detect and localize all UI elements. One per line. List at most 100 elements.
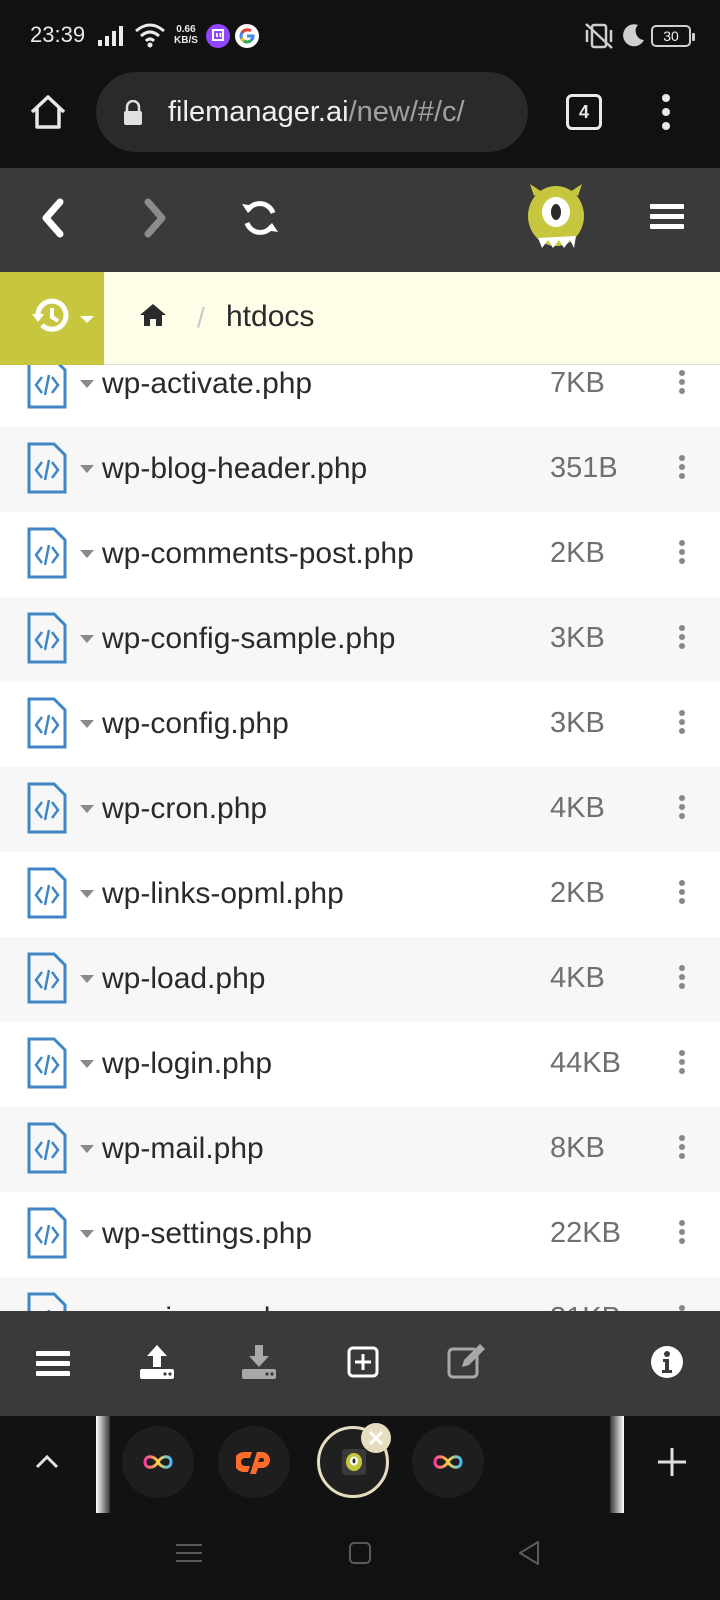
monster-logo-icon[interactable] — [526, 182, 586, 252]
file-name: wp-blog-header.php — [102, 452, 368, 485]
file-size: 8KB — [550, 1132, 605, 1164]
file-row[interactable]: wp-activate.php 7KB — [0, 365, 720, 427]
back-triangle-icon[interactable] — [516, 1539, 542, 1567]
row-caret-icon[interactable] — [80, 890, 94, 898]
file-name: wp-login.php — [102, 1047, 273, 1080]
row-caret-icon[interactable] — [80, 550, 94, 558]
row-menu-icon[interactable] — [676, 965, 688, 995]
row-menu-icon[interactable] — [676, 1050, 688, 1080]
row-menu-icon[interactable] — [676, 625, 688, 655]
refresh-icon[interactable] — [240, 198, 280, 238]
file-row[interactable]: wp-cron.php 4KB — [0, 767, 720, 852]
row-menu-icon[interactable] — [676, 370, 688, 400]
file-name: wp-signup.php — [102, 1302, 297, 1311]
row-caret-icon[interactable] — [80, 635, 94, 643]
row-menu-icon[interactable] — [676, 1135, 688, 1165]
recents-menu-icon[interactable] — [176, 1541, 202, 1565]
hamburger-menu-icon[interactable] — [650, 202, 684, 232]
file-name: wp-config-sample.php — [102, 622, 396, 655]
vibrate-off-icon — [585, 23, 613, 49]
file-row[interactable]: wp-comments-post.php 2KB — [0, 512, 720, 597]
menu-icon[interactable] — [36, 1349, 70, 1379]
file-name: wp-settings.php — [102, 1217, 313, 1250]
upload-icon[interactable] — [138, 1343, 176, 1381]
info-icon[interactable] — [650, 1345, 684, 1379]
forward-arrow-icon[interactable] — [140, 198, 170, 238]
code-file-icon — [27, 1037, 67, 1089]
code-file-icon — [27, 952, 67, 1004]
row-caret-icon[interactable] — [80, 1060, 94, 1068]
history-button[interactable] — [0, 272, 104, 365]
home-icon[interactable] — [28, 92, 68, 132]
file-size: 3KB — [550, 707, 605, 739]
new-tab-icon[interactable] — [656, 1446, 688, 1478]
file-row[interactable]: wp-load.php 4KB — [0, 937, 720, 1022]
url-text: filemanager.ai/new/#/c/ — [168, 96, 518, 129]
lock-icon — [124, 100, 142, 125]
cpanel-icon — [236, 1452, 270, 1474]
infinity-icon — [143, 1455, 173, 1469]
code-file-icon — [27, 527, 67, 579]
row-menu-icon[interactable] — [676, 540, 688, 570]
google-icon — [235, 24, 259, 48]
breadcrumb-separator: / — [197, 302, 205, 333]
file-row[interactable]: wp-config-sample.php 3KB — [0, 597, 720, 682]
file-row[interactable]: wp-login.php 44KB — [0, 1022, 720, 1107]
file-list: wp-activate.php 7KB wp-blog-header.php 3… — [0, 365, 720, 1311]
breadcrumb-current-folder[interactable]: htdocs — [226, 300, 314, 334]
file-row[interactable]: wp-mail.php 8KB — [0, 1107, 720, 1192]
row-caret-icon[interactable] — [80, 1145, 94, 1153]
file-size: 4KB — [550, 962, 605, 994]
file-name: wp-cron.php — [102, 792, 268, 825]
row-caret-icon[interactable] — [80, 465, 94, 473]
moon-icon — [623, 24, 644, 47]
row-menu-icon[interactable] — [676, 880, 688, 910]
tab-switcher-button[interactable]: 4 — [566, 94, 602, 130]
url-bar[interactable]: filemanager.ai/new/#/c/ — [96, 72, 528, 152]
file-size: 4KB — [550, 792, 605, 824]
row-caret-icon[interactable] — [80, 1230, 94, 1238]
tab-thumbnail[interactable] — [218, 1426, 290, 1498]
file-name: wp-load.php — [102, 962, 266, 995]
file-name: wp-activate.php — [102, 367, 313, 400]
file-row[interactable]: wp-signup.php 31KB — [0, 1277, 720, 1311]
file-row[interactable]: wp-config.php 3KB — [0, 682, 720, 767]
row-caret-icon[interactable] — [80, 380, 94, 388]
file-name: wp-comments-post.php — [102, 537, 414, 570]
row-caret-icon[interactable] — [80, 805, 94, 813]
net-speed-unit: KB/S — [174, 35, 198, 46]
browser-toolbar: filemanager.ai/new/#/c/ 4 — [0, 70, 720, 168]
url-domain: filemanager.ai — [168, 96, 349, 128]
home-folder-icon[interactable] — [138, 302, 168, 328]
row-menu-icon[interactable] — [676, 455, 688, 485]
edit-icon[interactable] — [446, 1341, 488, 1381]
file-size: 31KB — [550, 1302, 621, 1311]
overflow-menu-icon[interactable] — [660, 92, 672, 132]
home-square-icon[interactable] — [348, 1541, 372, 1565]
url-path: /new/#/c/ — [348, 96, 465, 128]
chevron-up-icon[interactable] — [34, 1452, 60, 1470]
row-menu-icon[interactable] — [676, 1220, 688, 1250]
download-icon[interactable] — [240, 1343, 278, 1381]
file-row[interactable]: wp-blog-header.php 351B — [0, 427, 720, 512]
net-speed-value: 0.66 — [176, 24, 196, 35]
file-row[interactable]: wp-settings.php 22KB — [0, 1192, 720, 1277]
back-arrow-icon[interactable] — [38, 198, 68, 238]
code-file-icon — [27, 1292, 67, 1311]
signal-icon — [98, 26, 123, 46]
twitch-icon — [206, 24, 230, 48]
file-row[interactable]: wp-links-opml.php 2KB — [0, 852, 720, 937]
file-size: 2KB — [550, 537, 605, 569]
code-file-icon — [27, 612, 67, 664]
code-file-icon — [27, 782, 67, 834]
file-size: 7KB — [550, 367, 605, 399]
new-item-icon[interactable] — [346, 1345, 380, 1379]
close-tab-icon[interactable] — [360, 1422, 392, 1454]
tab-thumbnail[interactable] — [412, 1426, 484, 1498]
row-caret-icon[interactable] — [80, 975, 94, 983]
code-file-icon — [27, 365, 67, 409]
row-menu-icon[interactable] — [676, 710, 688, 740]
row-caret-icon[interactable] — [80, 720, 94, 728]
row-menu-icon[interactable] — [676, 795, 688, 825]
tab-thumbnail[interactable] — [122, 1426, 194, 1498]
